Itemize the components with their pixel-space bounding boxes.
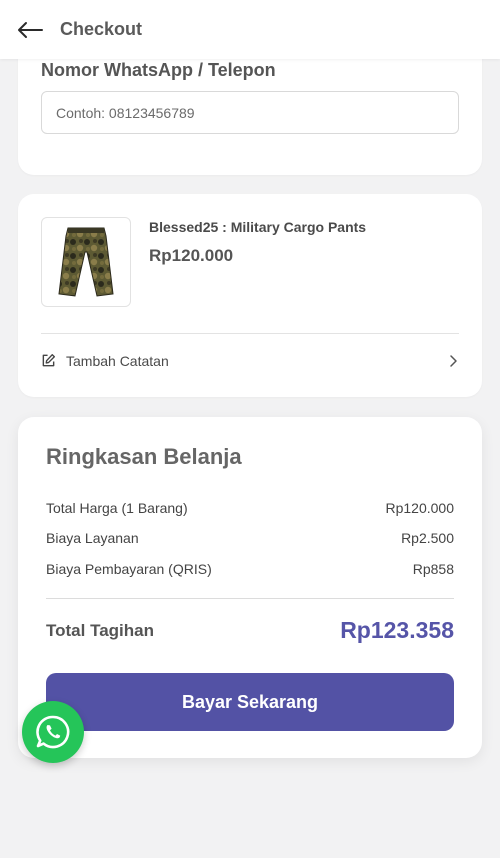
page-title: Checkout (60, 19, 143, 39)
total-value: Rp123.358 (340, 617, 454, 643)
summary-row-label: Biaya Layanan (46, 530, 139, 546)
summary-row-value: Rp120.000 (385, 500, 454, 516)
contact-card: Nomor WhatsApp / Telepon (18, 40, 482, 175)
product-card: Blessed25 : Military Cargo Pants Rp120.0… (18, 194, 482, 397)
checkout-page: Checkout Nomor WhatsApp / Telepon Contoh… (0, 0, 500, 858)
summary-row: Total Harga (1 Barang) Rp120.000 (46, 500, 454, 516)
phone-field-label: Nomor WhatsApp / Telepon (41, 60, 276, 80)
phone-input[interactable] (41, 91, 459, 134)
whatsapp-button[interactable] (22, 701, 84, 763)
summary-card: Ringkasan Belanja Total Harga (1 Barang)… (18, 417, 482, 758)
summary-row-label: Biaya Pembayaran (QRIS) (46, 561, 212, 577)
summary-row-value: Rp858 (412, 561, 454, 577)
add-note-label: Tambah Catatan (66, 353, 169, 369)
whatsapp-icon (36, 715, 70, 749)
back-button[interactable] (0, 0, 60, 59)
summary-row-label: Total Harga (1 Barang) (46, 500, 188, 516)
divider (41, 333, 459, 334)
add-note-button[interactable]: Tambah Catatan (41, 346, 459, 376)
product-image[interactable] (41, 217, 131, 307)
summary-row: Biaya Pembayaran (QRIS) Rp858 (46, 561, 454, 577)
top-app-bar: Checkout (0, 0, 500, 59)
camo-pants-image (58, 227, 114, 297)
chevron-right-icon (447, 354, 459, 368)
pay-now-button[interactable]: Bayar Sekarang (46, 673, 454, 731)
edit-icon (41, 353, 57, 369)
arrow-left-icon (18, 21, 43, 38)
divider (46, 598, 454, 599)
total-row: Total Tagihan Rp123.358 (46, 617, 454, 644)
summary-title: Ringkasan Belanja (46, 444, 242, 469)
product-price: Rp120.000 (149, 246, 234, 265)
summary-row: Biaya Layanan Rp2.500 (46, 530, 454, 546)
total-label: Total Tagihan (46, 620, 154, 640)
product-name: Blessed25 : Military Cargo Pants (149, 219, 367, 235)
summary-row-value: Rp2.500 (401, 530, 454, 546)
